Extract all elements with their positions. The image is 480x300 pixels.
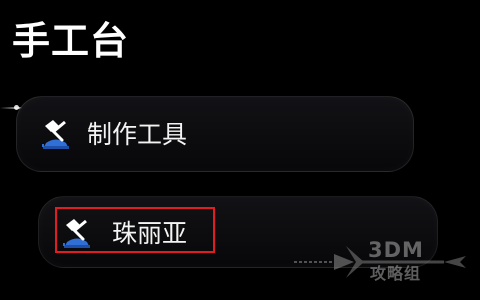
crafting-hammer-icon <box>42 120 69 149</box>
watermark-text-bottom: 攻略组 <box>370 264 422 283</box>
page-title: 手工台 <box>12 19 130 63</box>
watermark-logo: 3DM 攻略组 <box>294 236 470 286</box>
menu-item-label: 制作工具 <box>87 120 188 149</box>
menu-item-craft-tools[interactable]: 制作工具 <box>16 96 414 172</box>
watermark-text-top: 3DM <box>368 238 424 262</box>
crafting-bench-screen: 手工台 制作工具 珠丽亚 3DM 攻略组 <box>0 0 480 300</box>
selection-highlight-box <box>55 207 215 253</box>
